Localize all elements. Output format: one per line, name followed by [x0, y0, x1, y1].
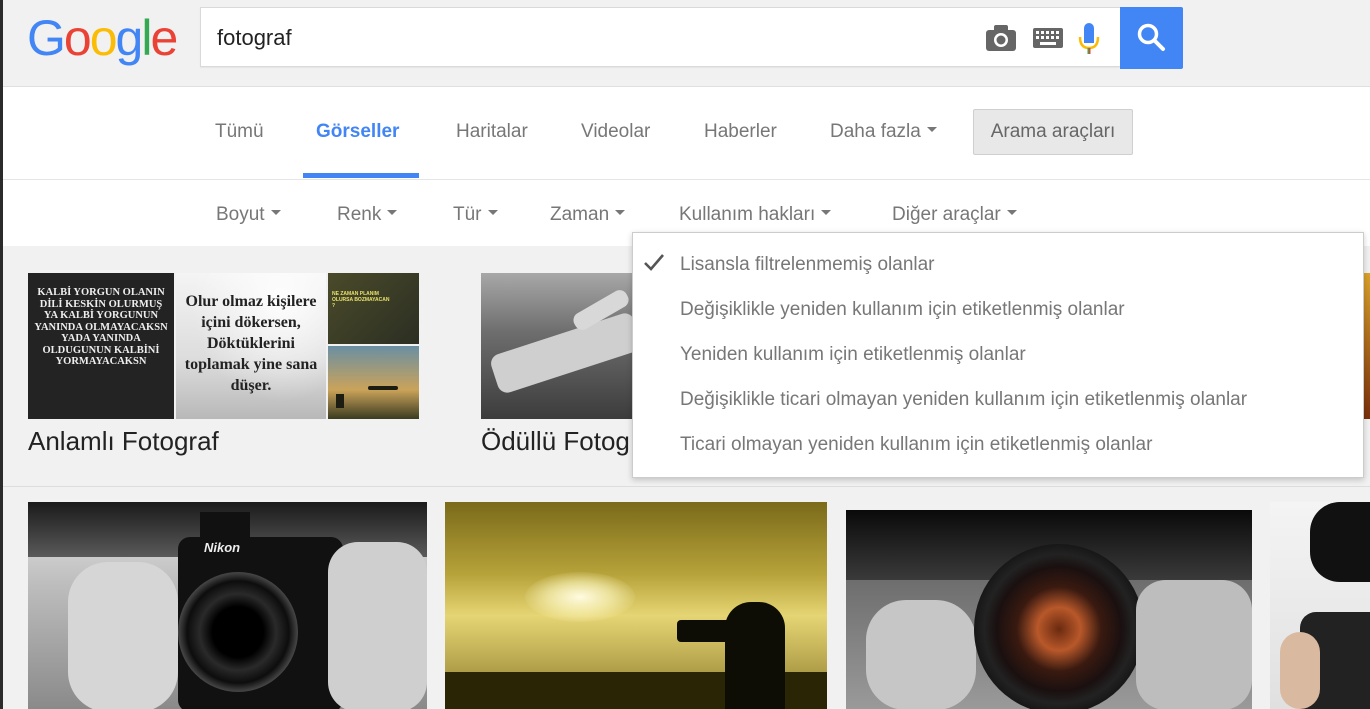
related-thumb-3-text: NE ZAMAN PLANIM OLURSA BOZMAYACAN ?	[332, 291, 392, 309]
caret-down-icon	[615, 210, 625, 215]
filter-type[interactable]: Tür	[453, 204, 498, 226]
related-thumb-5	[481, 273, 641, 419]
tab-more-label: Daha fazla	[830, 121, 921, 142]
search-box	[200, 7, 1120, 67]
camera-icon[interactable]	[985, 24, 1017, 52]
keyboard-icon[interactable]	[1033, 28, 1063, 48]
usage-rights-dropdown: Lisansla filtrelenmemiş olanlar Değişikl…	[632, 232, 1364, 478]
check-icon	[643, 252, 665, 272]
related-thumb-2-text: Olur olmaz kişilere içini dökersen, Dökt…	[182, 291, 320, 396]
related-thumb-4	[328, 346, 419, 419]
window-frame	[0, 0, 3, 709]
filter-color[interactable]: Renk	[337, 204, 397, 226]
related-title-2[interactable]: Ödüllü Fotog	[481, 426, 630, 457]
tab-images[interactable]: Görseller	[316, 121, 399, 143]
filter-type-label: Tür	[453, 204, 482, 225]
search-tools-button[interactable]: Arama araçları	[973, 109, 1133, 155]
dropdown-item-not-filtered[interactable]: Lisansla filtrelenmemiş olanlar	[680, 254, 935, 276]
related-title-1[interactable]: Anlamlı Fotograf	[28, 426, 219, 457]
search-button[interactable]	[1120, 7, 1183, 69]
search-input[interactable]	[215, 8, 959, 68]
google-logo[interactable]: Google	[27, 8, 176, 68]
caret-down-icon	[387, 210, 397, 215]
related-thumb-1-text: KALBİ YORGUN OLANIN DİLİ KESKİN OLURMUŞ …	[32, 287, 170, 368]
result-image-2[interactable]	[445, 502, 827, 709]
related-thumb-3: NE ZAMAN PLANIM OLURSA BOZMAYACAN ?	[328, 273, 419, 344]
tab-news[interactable]: Haberler	[704, 121, 777, 143]
tabs-bar: Tümü Görseller Haritalar Videolar Haberl…	[0, 87, 1370, 180]
filter-usage-rights-label: Kullanım hakları	[679, 204, 815, 225]
tab-more[interactable]: Daha fazla	[830, 121, 937, 143]
caret-down-icon	[271, 210, 281, 215]
dropdown-item-reuse[interactable]: Yeniden kullanım için etiketlenmiş olanl…	[680, 344, 1026, 366]
result-image-1[interactable]: Nikon	[28, 502, 427, 709]
tab-all[interactable]: Tümü	[215, 121, 264, 143]
dropdown-item-noncommercial-reuse[interactable]: Ticari olmayan yeniden kullanım için eti…	[680, 434, 1152, 456]
caret-down-icon	[488, 210, 498, 215]
search-icon	[1136, 22, 1166, 52]
related-thumb-1: KALBİ YORGUN OLANIN DİLİ KESKİN OLURMUŞ …	[28, 273, 174, 419]
dropdown-item-reuse-with-modification[interactable]: Değişiklikle yeniden kullanım için etike…	[680, 299, 1125, 321]
related-thumb-2: Olur olmaz kişilere içini dökersen, Dökt…	[176, 273, 326, 419]
microphone-icon[interactable]	[1077, 22, 1101, 56]
caret-down-icon	[1007, 210, 1017, 215]
result-image-4[interactable]	[1270, 502, 1370, 709]
filter-size[interactable]: Boyut	[216, 204, 281, 226]
caret-down-icon	[821, 210, 831, 215]
tab-maps[interactable]: Haritalar	[456, 121, 528, 143]
caret-down-icon	[927, 127, 937, 132]
tab-videos[interactable]: Videolar	[581, 121, 650, 143]
filter-other-tools[interactable]: Diğer araçlar	[892, 204, 1017, 226]
header: Google	[0, 0, 1370, 87]
filter-size-label: Boyut	[216, 204, 265, 225]
filter-usage-rights[interactable]: Kullanım hakları	[679, 204, 831, 226]
result-image-3[interactable]	[846, 510, 1252, 709]
filter-color-label: Renk	[337, 204, 381, 225]
camera-brand-label: Nikon	[204, 540, 240, 555]
active-tab-indicator	[303, 173, 419, 178]
filter-time[interactable]: Zaman	[550, 204, 625, 226]
related-collage-1[interactable]: KALBİ YORGUN OLANIN DİLİ KESKİN OLURMUŞ …	[28, 273, 419, 419]
filter-other-tools-label: Diğer araçlar	[892, 204, 1001, 225]
filter-time-label: Zaman	[550, 204, 609, 225]
related-collage-2[interactable]	[481, 273, 641, 419]
dropdown-item-noncommercial-reuse-with-modification[interactable]: Değişiklikle ticari olmayan yeniden kull…	[680, 389, 1247, 411]
